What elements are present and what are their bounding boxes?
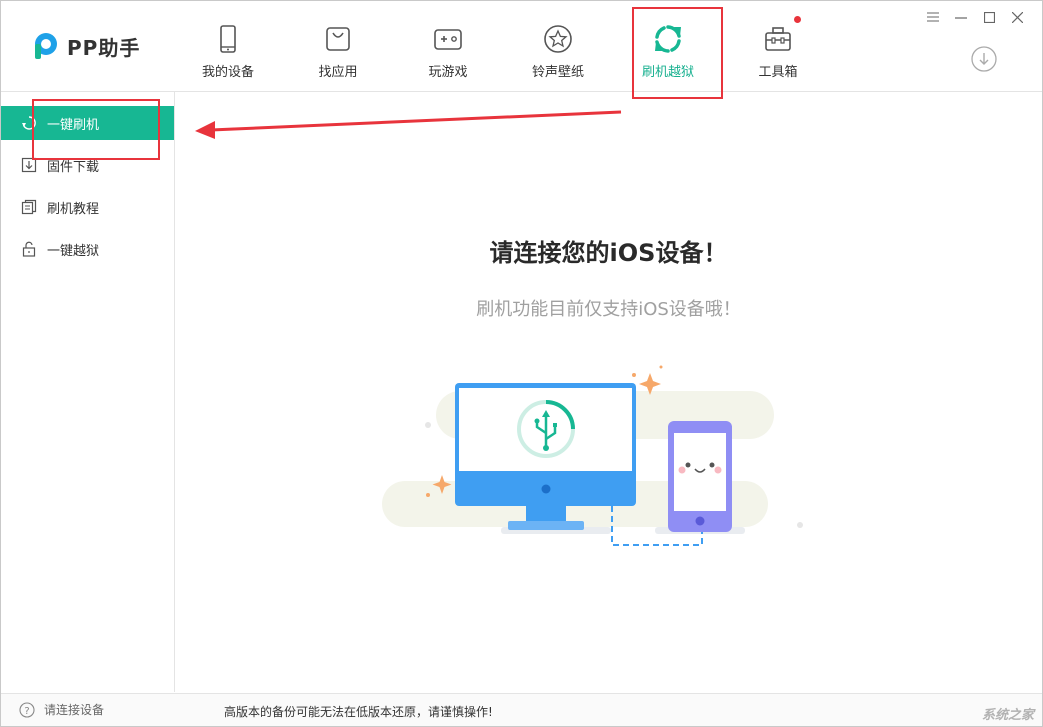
close-button[interactable] (1007, 7, 1027, 27)
minimize-button[interactable] (951, 7, 971, 27)
download-manager-icon[interactable] (971, 46, 997, 72)
annotation-highlight-nav (632, 7, 723, 99)
maximize-icon (984, 12, 995, 23)
nav-games[interactable]: 玩游戏 (403, 15, 493, 81)
connect-status[interactable]: ? 请连接设备 (19, 701, 104, 718)
nav-label: 铃声壁纸 (513, 61, 603, 80)
unlock-icon (21, 241, 37, 257)
nav-label: 工具箱 (733, 61, 823, 80)
annotation-highlight-sidebar (32, 99, 160, 160)
phone-icon (212, 23, 244, 55)
help-icon: ? (19, 702, 35, 718)
star-icon (542, 23, 574, 55)
nav-ringtones-wallpapers[interactable]: 铃声壁纸 (513, 15, 603, 81)
annotation-arrow-icon (191, 106, 631, 146)
nav-find-apps[interactable]: 找应用 (293, 15, 383, 81)
maximize-button[interactable] (979, 7, 999, 27)
app-logo: PP助手 (31, 31, 140, 61)
nav-toolbox[interactable]: 工具箱 (733, 15, 823, 81)
minimize-icon (955, 12, 967, 22)
sidebar: 一键刷机 固件下载 刷机教程 一键越狱 (1, 92, 175, 692)
connect-device-subtitle: 刷机功能目前仅支持iOS设备哦！ (175, 295, 1042, 321)
watermark: 系统之家 (982, 704, 1034, 723)
app-window: PP助手 我的设备 找应用 玩游戏 (0, 0, 1043, 727)
pp-logo-icon (31, 31, 61, 61)
toolbox-icon (762, 23, 794, 55)
menu-icon (927, 12, 939, 22)
sidebar-item-label: 一键越狱 (47, 240, 99, 259)
nav-label: 玩游戏 (403, 61, 493, 80)
sidebar-item-one-click-jailbreak[interactable]: 一键越狱 (1, 232, 174, 266)
nav-label: 找应用 (293, 61, 383, 80)
connect-status-text: 请连接设备 (44, 701, 104, 718)
close-icon (1012, 12, 1023, 23)
document-icon (21, 199, 37, 215)
connect-device-title: 请连接您的iOS设备！ (175, 233, 1042, 268)
sidebar-item-label: 刷机教程 (47, 198, 99, 217)
top-navigation-bar: PP助手 我的设备 找应用 玩游戏 (1, 1, 1042, 92)
connect-device-illustration (376, 361, 816, 561)
menu-button[interactable] (923, 7, 943, 27)
notification-dot (794, 16, 801, 23)
nav-label: 我的设备 (183, 61, 273, 80)
gamepad-icon (432, 23, 464, 55)
status-bar: ? 请连接设备 高版本的备份可能无法在低版本还原，请谨慎操作! 系统之家 (1, 693, 1042, 727)
shopping-bag-icon (322, 23, 354, 55)
app-logo-text: PP助手 (67, 32, 140, 61)
svg-text:?: ? (24, 706, 29, 717)
sidebar-item-flash-tutorial[interactable]: 刷机教程 (1, 190, 174, 224)
nav-my-device[interactable]: 我的设备 (183, 15, 273, 81)
backup-warning-text: 高版本的备份可能无法在低版本还原，请谨慎操作! (224, 703, 493, 720)
